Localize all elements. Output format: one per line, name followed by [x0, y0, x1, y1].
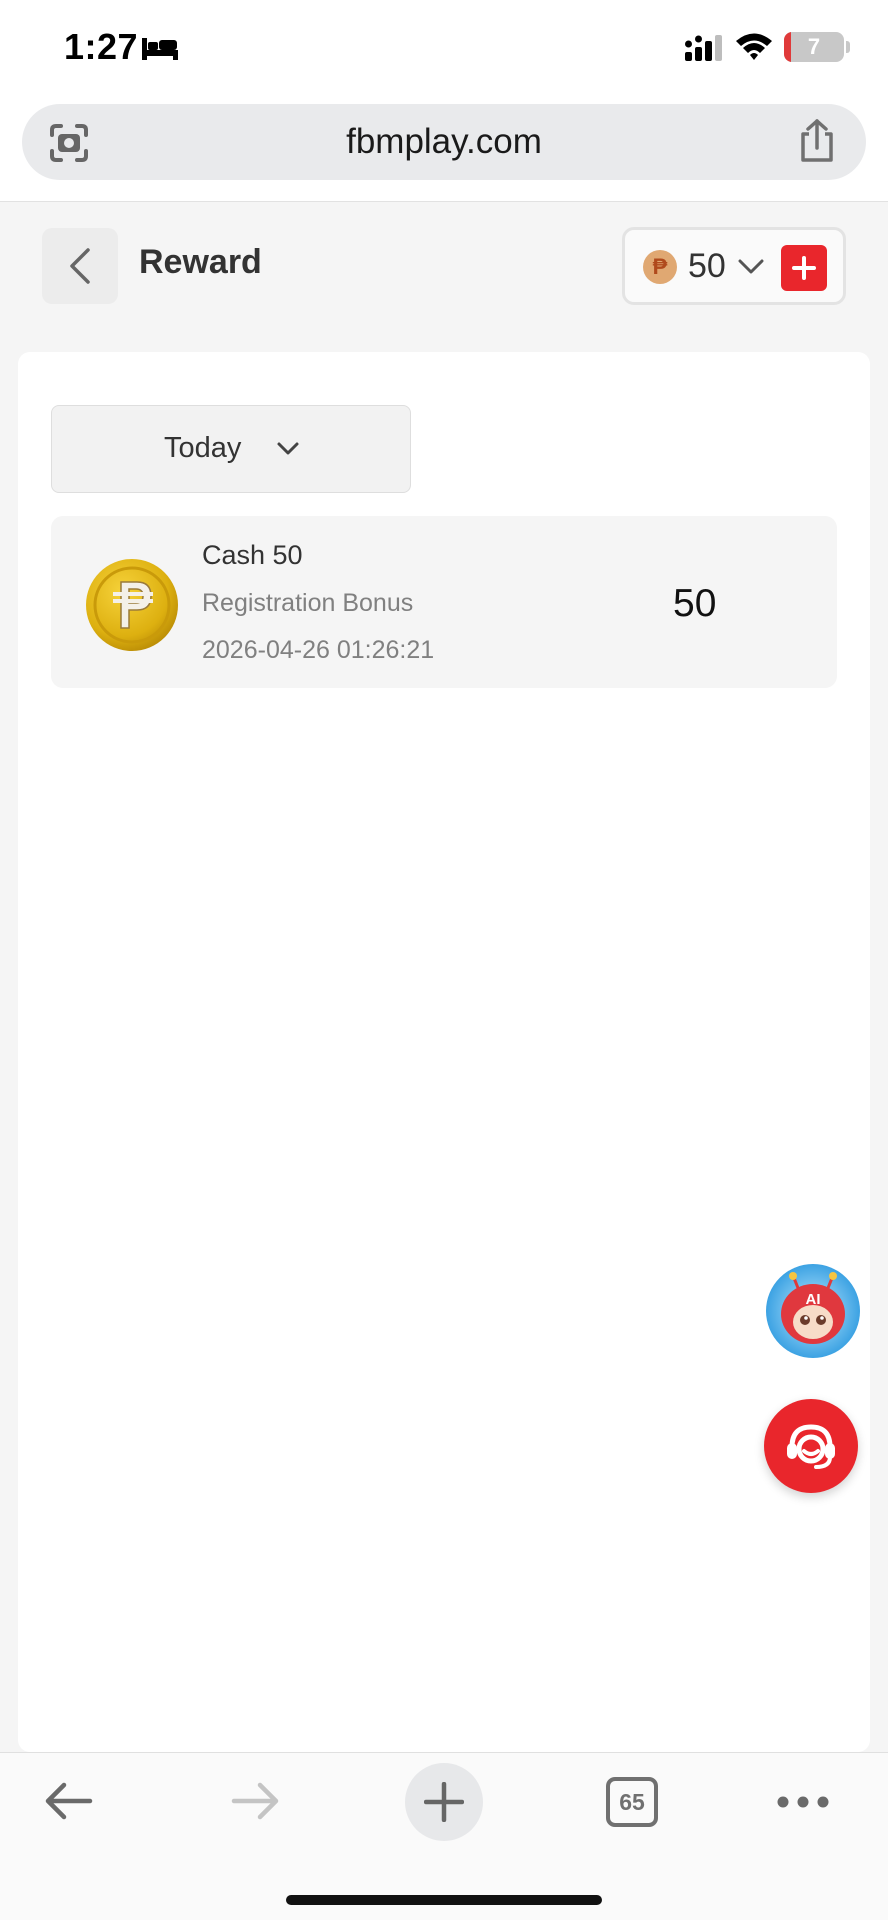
tabs-icon[interactable]: 65	[606, 1777, 658, 1827]
ai-assistant-icon[interactable]: AI	[764, 1262, 862, 1360]
reward-card: Today Cash 50 Registration Bonus 2026-04…	[18, 352, 870, 1752]
back-icon	[70, 248, 90, 284]
reward-value: 50	[673, 582, 717, 625]
battery-cap	[846, 41, 850, 53]
home-indicator	[286, 1895, 602, 1905]
new-tab-icon	[424, 1782, 464, 1822]
tab-count: 65	[619, 1789, 645, 1815]
balance-selector[interactable]: ₱ 50	[622, 227, 846, 305]
chevron-down-icon	[277, 442, 299, 455]
battery-icon: 7	[784, 32, 844, 62]
url-bar[interactable]: fbmplay.com	[22, 104, 866, 180]
reward-list-item: Cash 50 Registration Bonus 2026-04-26 01…	[51, 516, 837, 688]
status-time: 1:27	[64, 26, 139, 67]
ai-badge-label: AI	[806, 1291, 821, 1308]
url-text[interactable]: fbmplay.com	[22, 104, 866, 180]
reward-title: Cash 50	[202, 540, 303, 570]
status-bar: 1:27 7	[0, 0, 888, 98]
plus-icon	[792, 256, 816, 280]
deposit-button[interactable]	[781, 245, 827, 291]
customer-support-icon	[787, 1424, 835, 1469]
sleep-focus-icon	[142, 38, 178, 60]
back-button[interactable]	[42, 228, 118, 304]
page-title: Reward	[139, 243, 262, 281]
forward-arrow-icon[interactable]	[230, 1781, 282, 1821]
date-filter-label: Today	[164, 432, 242, 464]
browser-top-bar: fbmplay.com	[0, 98, 888, 202]
chevron-down-icon[interactable]	[737, 256, 765, 278]
lens-icon[interactable]	[48, 122, 90, 164]
new-tab-button[interactable]	[405, 1763, 483, 1841]
back-arrow-icon[interactable]	[42, 1781, 94, 1821]
share-icon[interactable]	[796, 118, 838, 164]
cellular-signal-icon	[685, 35, 722, 61]
wifi-icon	[736, 33, 772, 60]
page-header: Reward ₱ 50	[0, 203, 888, 330]
battery-level: 7	[807, 34, 821, 59]
reward-subtitle: Registration Bonus	[202, 589, 414, 617]
more-icon[interactable]	[776, 1789, 830, 1815]
peso-coin-icon	[86, 559, 178, 651]
balance-amount: 50	[688, 247, 726, 285]
browser-bottom-toolbar: 65	[0, 1752, 888, 1920]
date-filter-dropdown[interactable]: Today	[51, 405, 411, 493]
customer-support-button[interactable]	[764, 1399, 858, 1493]
reward-timestamp: 2026-04-26 01:26:21	[202, 636, 435, 664]
peso-icon: ₱	[643, 250, 677, 284]
